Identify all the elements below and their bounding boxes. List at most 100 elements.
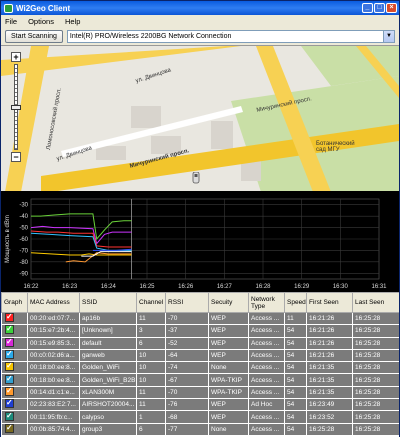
- y-tick-label: -70: [19, 248, 28, 254]
- graph-cell: [1, 348, 28, 363]
- column-header[interactable]: MAC Address: [27, 292, 80, 313]
- signal-chart-canvas: 16:22 16:23 16:24 16:25 16:26 16:27 16:28 16:29…: [5, 198, 387, 290]
- table-row[interactable]: 00:18:b0:ee:8...Golden_WiFi_B2B10-67WPA-…: [1, 373, 399, 387]
- map-label: Ботанический сад МГУ: [316, 141, 355, 153]
- title-bar[interactable]: Wi2Geo Client _ □ ×: [1, 1, 399, 15]
- cell-speed: 54: [284, 385, 307, 400]
- graph-checkbox[interactable]: [5, 338, 14, 347]
- cell-first: 16:25:28: [306, 422, 353, 436]
- cell-type: Ad Hoc: [248, 398, 285, 412]
- cell-channel: 10: [136, 361, 166, 375]
- table-row[interactable]: 00:11:95:fb:c...calypso1-68WEPAccess ...…: [1, 410, 399, 424]
- menu-options[interactable]: Options: [28, 17, 54, 26]
- menu-help[interactable]: Help: [65, 17, 80, 26]
- graph-checkbox[interactable]: [5, 387, 14, 396]
- column-header[interactable]: Network Type: [248, 292, 285, 313]
- zoom-slider[interactable]: [11, 64, 21, 150]
- y-tick-label: -50: [19, 226, 28, 232]
- cell-type: Access ...: [248, 373, 285, 387]
- cell-security: WPA-TKIP: [208, 385, 249, 400]
- column-header[interactable]: SSID: [79, 292, 137, 313]
- zoom-out-button[interactable]: −: [11, 152, 21, 162]
- table-row[interactable]: 00:14:d1:c1:e...xLAN300M11-70WPA-TKIPAcc…: [1, 385, 399, 400]
- table-row[interactable]: 00:0b:85:74:4...group36-77NoneAccess ...…: [1, 422, 399, 436]
- cell-last: 16:25:28: [352, 373, 399, 387]
- cell-first: 16:21:35: [306, 373, 353, 387]
- minimize-icon[interactable]: _: [362, 3, 373, 13]
- graph-checkbox[interactable]: [5, 399, 14, 409]
- cell-rssi: -68: [165, 410, 209, 424]
- cell-speed: 54: [284, 373, 307, 387]
- x-tick-label: 16:28: [255, 284, 271, 290]
- graph-checkbox[interactable]: [5, 350, 14, 360]
- cell-last: 16:25:28: [352, 336, 399, 350]
- zoom-in-button[interactable]: +: [11, 52, 21, 62]
- maximize-icon[interactable]: □: [374, 3, 385, 13]
- close-icon[interactable]: ×: [386, 3, 397, 13]
- x-tick-label: 16:24: [101, 284, 117, 290]
- window-title: Wi2Geo Client: [16, 3, 71, 13]
- graph-checkbox[interactable]: [5, 411, 14, 421]
- cell-last: 16:25:28: [352, 398, 399, 412]
- y-axis-label: Мощность в dBm: [5, 215, 11, 263]
- cell-speed: 54: [284, 361, 307, 375]
- column-header[interactable]: RSSI: [165, 292, 209, 313]
- map-canvas: [1, 46, 399, 191]
- column-header[interactable]: Secuity: [208, 292, 249, 313]
- table-row[interactable]: 00:18:b0:ee:8...Golden_WiFi10-74NoneAcce…: [1, 361, 399, 375]
- zoom-slider-knob[interactable]: [11, 105, 21, 110]
- cell-last: 16:25:28: [352, 385, 399, 400]
- cell-first: 16:23:49: [306, 398, 353, 412]
- column-header[interactable]: First Seen: [306, 292, 353, 313]
- cell-channel: 3: [136, 324, 166, 338]
- location-pin-icon[interactable]: [192, 172, 200, 186]
- cell-mac: 00:15:e9:85:3...: [27, 336, 80, 350]
- column-header[interactable]: Graph: [1, 292, 28, 313]
- x-tick-label: 16:31: [371, 284, 387, 290]
- app-window: Wi2Geo Client _ □ × File Options Help St…: [0, 0, 400, 437]
- graph-cell: [1, 324, 28, 338]
- column-header[interactable]: Last Seen: [352, 292, 399, 313]
- map-view[interactable]: ул. Двинцова ул. Двинцова Мичуринский пр…: [1, 45, 399, 191]
- column-header[interactable]: Speed: [284, 292, 307, 313]
- cell-last: 16:25:28: [352, 361, 399, 375]
- cell-type: Access ...: [248, 348, 285, 363]
- table-row[interactable]: 00:c0:02:d6:a...ganweb10-64WEPAccess ...…: [1, 348, 399, 363]
- column-header[interactable]: Channel: [136, 292, 166, 313]
- zoom-control: + −: [11, 52, 27, 162]
- cell-rssi: -70: [165, 311, 209, 326]
- x-tick-label: 16:25: [139, 284, 155, 290]
- cell-ssid: default: [79, 336, 137, 350]
- adapter-select[interactable]: Intel(R) PRO/Wireless 2200BG Network Con…: [66, 29, 395, 43]
- table-row[interactable]: 02:23:83:E2:7...AIRSHOT20004...11-76WEPA…: [1, 398, 399, 412]
- graph-cell: [1, 422, 28, 436]
- cell-ssid: ap16b: [79, 311, 137, 326]
- cell-ssid: AIRSHOT20004...: [79, 398, 137, 412]
- menu-file[interactable]: File: [5, 17, 17, 26]
- cell-speed: 54: [284, 348, 307, 363]
- table-body: 00:20:ed:07:7...ap16b11-70WEPAccess ...1…: [1, 311, 399, 436]
- table-row[interactable]: 00:15:e7:2b:4...[Unknown]3-37WEPAccess .…: [1, 324, 399, 338]
- cell-speed: 54: [284, 422, 307, 436]
- cell-last: 16:25:28: [352, 324, 399, 338]
- table-row[interactable]: 00:15:e9:85:3...default6-52WEPAccess ...…: [1, 336, 399, 350]
- menu-bar: File Options Help: [1, 15, 399, 27]
- graph-checkbox[interactable]: [5, 313, 14, 323]
- toolbar: Start Scanning Intel(R) PRO/Wireless 220…: [1, 27, 399, 45]
- cell-security: WEP: [208, 311, 249, 326]
- graph-checkbox[interactable]: [5, 375, 14, 384]
- chevron-down-icon[interactable]: ▼: [383, 30, 394, 42]
- y-tick-label: -80: [19, 260, 28, 266]
- cell-ssid: Golden_WiFi_B2B: [79, 373, 137, 387]
- cell-channel: 1: [136, 410, 166, 424]
- table-row[interactable]: 00:20:ed:07:7...ap16b11-70WEPAccess ...1…: [1, 311, 399, 326]
- graph-checkbox[interactable]: [5, 362, 14, 372]
- graph-checkbox[interactable]: [5, 424, 14, 433]
- graph-checkbox[interactable]: [5, 325, 14, 335]
- cell-channel: 10: [136, 373, 166, 387]
- cell-speed: 54: [284, 410, 307, 424]
- x-tick-label: 16:29: [294, 284, 310, 290]
- cell-rssi: -37: [165, 324, 209, 338]
- start-scanning-button[interactable]: Start Scanning: [5, 29, 63, 43]
- cell-security: WEP: [208, 398, 249, 412]
